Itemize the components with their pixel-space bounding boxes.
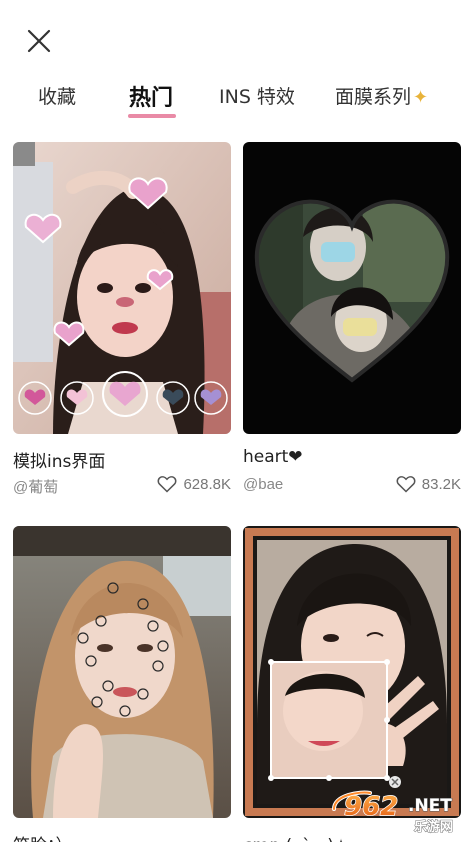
effect-card[interactable]: heart❤ @bae 83.2K [243, 142, 461, 493]
effect-title: heart❤ [243, 447, 303, 467]
heart-outline-icon [396, 476, 416, 493]
tab-favorites[interactable]: 收藏 [38, 82, 76, 109]
svg-text:962: 962 [344, 792, 398, 822]
effect-author: @葡萄 [13, 479, 59, 496]
heart-outline-icon [157, 476, 177, 493]
close-icon [27, 29, 51, 53]
like-count: 83.2K [421, 475, 461, 493]
close-button[interactable] [22, 24, 56, 58]
effect-thumbnail [13, 142, 231, 434]
svg-text:.NET: .NET [408, 796, 452, 816]
top-bar [0, 0, 474, 78]
tab-popular[interactable]: 热门 [129, 80, 173, 112]
active-tab-indicator [128, 114, 176, 118]
effect-thumbnail [13, 526, 231, 818]
category-tabs: 收藏 热门 INS 特效 面膜系列 ✦ [0, 78, 474, 124]
effect-card[interactable]: 笑脸：） [13, 526, 231, 842]
sparkle-icon: ✦ [413, 87, 429, 108]
like-count: 628.8K [183, 475, 231, 493]
effect-card[interactable]: 模拟ins界面 @葡萄 628.8K [13, 142, 231, 496]
svg-text:乐游网: 乐游网 [414, 819, 453, 835]
tab-mask-series-label: 面膜系列 [335, 86, 412, 108]
tab-mask-series[interactable]: 面膜系列 ✦ [335, 82, 428, 109]
effect-card[interactable]: crop (｡•̀ᴗ-)✧ [243, 526, 461, 842]
like-button[interactable]: 83.2K [396, 475, 461, 493]
effect-thumbnail [243, 142, 461, 434]
tab-ins-effects[interactable]: INS 特效 [219, 82, 295, 109]
effect-author: @bae [243, 476, 284, 493]
effect-thumbnail [243, 526, 461, 818]
effect-title: 模拟ins界面 [13, 452, 106, 472]
site-watermark-logo: 962 .NET 乐游网 [330, 787, 470, 837]
like-button[interactable]: 628.8K [157, 475, 231, 493]
effect-title: 笑脸：） [13, 831, 73, 842]
